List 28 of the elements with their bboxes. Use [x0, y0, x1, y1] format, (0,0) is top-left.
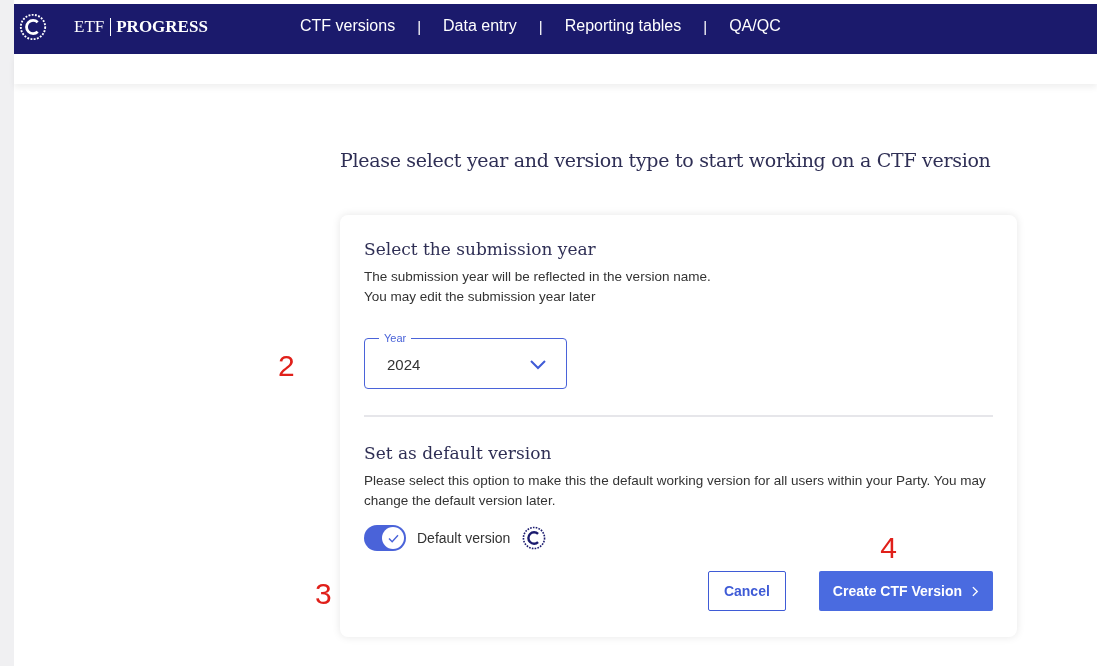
brand-name: ETF: [74, 18, 112, 36]
annotation-number: 4: [880, 531, 897, 565]
chevron-right-icon: [972, 585, 979, 597]
annotation-number: 2: [278, 349, 295, 383]
nav-link[interactable]: CTF versions: [300, 17, 396, 35]
brand-name: PROGRESS: [115, 17, 208, 37]
page-title: Please select year and version type to start working on a CTF version: [340, 149, 992, 171]
nav-separator: |: [703, 17, 708, 35]
toggle-label: Default version: [417, 530, 511, 546]
section-description: You may edit the submission year later: [364, 288, 597, 306]
nav-link[interactable]: Reporting tables: [564, 17, 682, 35]
section-description: The submission year will be reflected in the version name.: [364, 268, 712, 286]
wreath-c-logo-icon: [521, 525, 548, 551]
nav-link[interactable]: Data entry: [443, 17, 517, 35]
checkmark-icon: [387, 533, 399, 543]
wreath-c-logo-icon: [18, 12, 48, 42]
section-title: Set as default version: [364, 443, 553, 463]
chevron-down-icon: [530, 359, 546, 370]
toggle-switch[interactable]: [364, 525, 406, 551]
nav-link[interactable]: QA/QC: [729, 17, 781, 35]
section-description: Please select this option to make this the default working version for all users within your Party. You may change the default version later.: [364, 472, 987, 510]
cancel-button[interactable]: Cancel: [707, 571, 786, 611]
annotation-number: 3: [315, 577, 332, 611]
nav-separator: |: [417, 17, 422, 35]
section-title: Select the submission year: [364, 239, 597, 259]
nav-separator: |: [538, 17, 543, 35]
create-button[interactable]: Create CTF Version: [818, 571, 993, 611]
year-select[interactable]: Year 2024: [364, 331, 567, 389]
